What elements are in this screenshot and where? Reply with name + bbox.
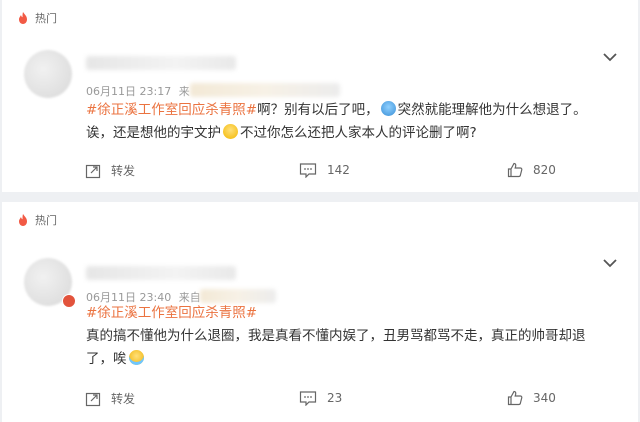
comment-text-part2: 突然就能理解他为什么想退了。 [397,102,587,118]
hot-tag: 热门 [16,211,57,229]
comment-icon [299,163,317,178]
comment-actions: 转发 142 820 [2,162,638,182]
like-icon [507,162,523,178]
repost-button[interactable]: 转发 [85,390,135,407]
comment-content: #徐正溪工作室回应杀青照#啊？别有以后了吧， 突然就能理解他为什么想退了。 诶，还… [86,99,606,145]
comment-source-prefix: 来 [178,85,190,98]
funny-face-emoji [380,101,396,116]
repost-icon [85,392,101,406]
source-blurred [200,289,276,303]
repost-button[interactable]: 转发 [85,162,135,179]
like-count: 820 [533,163,556,177]
hot-tag: 热门 [16,9,57,27]
comment-count: 142 [327,163,350,177]
username-blurred[interactable] [86,56,236,70]
comment-count: 23 [327,391,343,405]
like-button[interactable]: 340 [507,390,556,406]
source-blurred [190,83,340,97]
username-blurred[interactable] [86,266,236,280]
comment-text-line2b: 不过你怎么还把人家本人的评论删了啊? [240,125,477,141]
comment-content: #徐正溪工作室回应杀青照# 真的搞不懂他为什么退圈，我是真看不懂内娱了，丑男骂都… [86,302,606,371]
comment-card-2: 热门 06月11日 23:40 来自 #徐正溪工作室回应杀青照# 真的搞不懂他为… [2,202,638,422]
comment-text-line2: 了，唉 [86,351,127,367]
repost-label: 转发 [111,164,136,178]
like-count: 340 [533,391,556,405]
comment-date: 06月11日 23:17 [86,85,172,98]
repost-label: 转发 [111,392,136,406]
comment-actions: 转发 23 340 [2,390,638,410]
verified-badge [62,294,76,308]
fire-icon [16,213,30,227]
topic-link[interactable]: #徐正溪工作室回应杀青照# [86,102,257,118]
teary-face-emoji [223,124,238,139]
like-button[interactable]: 820 [507,162,556,178]
hot-label: 热门 [35,214,57,227]
comment-text-line1: 真的搞不懂他为什么退圈，我是真看不懂内娱了，丑男骂都骂不走，真正的帅哥却退 [86,328,586,344]
avatar[interactable] [24,50,72,98]
comment-text-part1: 啊？别有以后了吧， [257,102,379,118]
topic-link[interactable]: #徐正溪工作室回应杀青照# [86,305,257,321]
comment-icon [299,391,317,406]
comment-text-line2a: 诶，还是想他的宇文护 [86,125,221,141]
fire-icon [16,11,30,25]
comment-button[interactable]: 23 [299,390,342,406]
comment-button[interactable]: 142 [299,162,350,178]
comment-card-1: 热门 06月11日 23:17 来 #徐正溪工作室回应杀青照#啊？别有以后了吧，… [2,0,638,192]
hot-label: 热门 [35,12,57,25]
chevron-down-icon[interactable] [602,254,618,268]
crying-face-emoji [128,350,144,365]
comment-meta: 06月11日 23:17 来 [86,83,194,99]
chevron-down-icon[interactable] [602,48,618,62]
like-icon [507,390,523,406]
repost-icon [85,164,101,178]
